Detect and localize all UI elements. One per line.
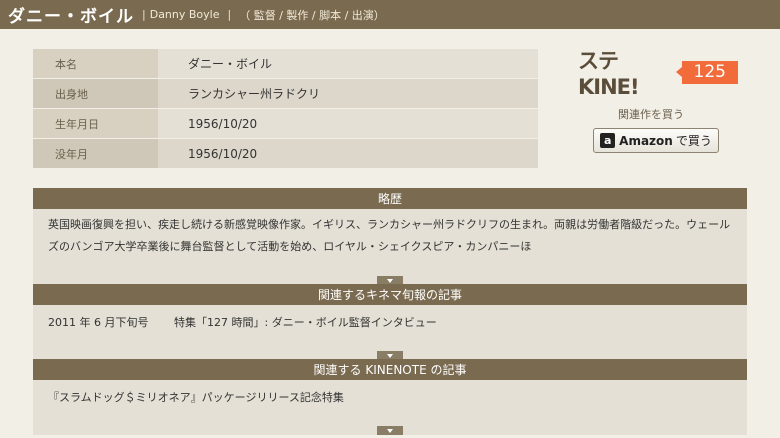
kinenote-logo: ステKINE! <box>578 49 640 99</box>
buy-label: 関連作を買う <box>618 108 684 121</box>
header-separator: | <box>227 8 232 21</box>
article-title: 特集「127 時間」: ダニー・ボイル監督インタビュー <box>174 316 437 329</box>
biography-body: 英国映画復興を担い、疾走し続ける新感覚映像作家。イギリス、ランカシャー州ラドクリ… <box>33 209 747 285</box>
profile-label: 没年月 <box>33 139 158 168</box>
amazon-buy-suffix: で買う <box>675 134 712 148</box>
profile-label: 生年月日 <box>33 109 158 138</box>
amazon-a-icon: a <box>600 133 616 148</box>
page-header: ダニー・ボイル | Danny Boyle | （ 監督 / 製作 / 脚本 /… <box>0 0 780 29</box>
kinenote-count-badge: 125 <box>675 60 738 84</box>
profile-value: 1956/10/20 <box>158 109 538 138</box>
profile-row-deathdate: 没年月 1956/10/20 <box>33 139 538 169</box>
section-title: 略歴 <box>33 188 747 209</box>
biography-section: 略歴 英国映画復興を担い、疾走し続ける新感覚映像作家。イギリス、ランカシャー州ラ… <box>33 188 747 285</box>
kinema-articles-body: 2011 年 6 月下旬号 特集「127 時間」: ダニー・ボイル監督インタビュ… <box>33 305 747 360</box>
article-title: 『スラムドッグ＄ミリオネア』パッケージリリース記念特集 <box>48 391 344 404</box>
kinenote-articles-section: 関連する KINENOTE の記事 『スラムドッグ＄ミリオネア』パッケージリリー… <box>33 359 747 435</box>
expand-arrow-icon[interactable] <box>377 426 403 435</box>
section-title: 関連するキネマ旬報の記事 <box>33 284 747 305</box>
kinema-articles-section: 関連するキネマ旬報の記事 2011 年 6 月下旬号 特集「127 時間」: ダ… <box>33 284 747 360</box>
profile-row-birthdate: 生年月日 1956/10/20 <box>33 109 538 139</box>
profile-label: 本名 <box>33 49 158 78</box>
list-item[interactable]: 2011 年 6 月下旬号 特集「127 時間」: ダニー・ボイル監督インタビュ… <box>48 314 732 330</box>
profile-table: 本名 ダニー・ボイル 出身地 ランカシャー州ラドクリ 生年月日 1956/10/… <box>33 49 538 169</box>
person-roles: （ 監督 / 製作 / 脚本 / 出演） <box>239 8 385 22</box>
amazon-brand: Amazon <box>619 133 673 148</box>
profile-row-real-name: 本名 ダニー・ボイル <box>33 49 538 79</box>
biography-text: 英国映画復興を担い、疾走し続ける新感覚映像作家。イギリス、ランカシャー州ラドクリ… <box>48 218 731 253</box>
side-panel: ステKINE! 125 関連作を買う a Amazon で買う <box>578 49 738 153</box>
profile-value: 1956/10/20 <box>158 139 538 168</box>
header-separator: | <box>142 8 146 21</box>
english-name: Danny Boyle <box>149 8 220 21</box>
article-issue: 2011 年 6 月下旬号 <box>48 316 149 329</box>
profile-row-birthplace: 出身地 ランカシャー州ラドクリ <box>33 79 538 109</box>
profile-value: ダニー・ボイル <box>158 49 538 78</box>
list-item[interactable]: 『スラムドッグ＄ミリオネア』パッケージリリース記念特集 <box>48 389 732 405</box>
amazon-buy-button[interactable]: a Amazon で買う <box>593 128 719 153</box>
kinenote-articles-body: 『スラムドッグ＄ミリオネア』パッケージリリース記念特集 <box>33 380 747 435</box>
kinenote-count[interactable]: ステKINE! 125 <box>578 49 738 99</box>
section-title: 関連する KINENOTE の記事 <box>33 359 747 380</box>
profile-label: 出身地 <box>33 79 158 108</box>
profile-value: ランカシャー州ラドクリ <box>158 79 538 108</box>
person-name: ダニー・ボイル <box>8 7 134 27</box>
